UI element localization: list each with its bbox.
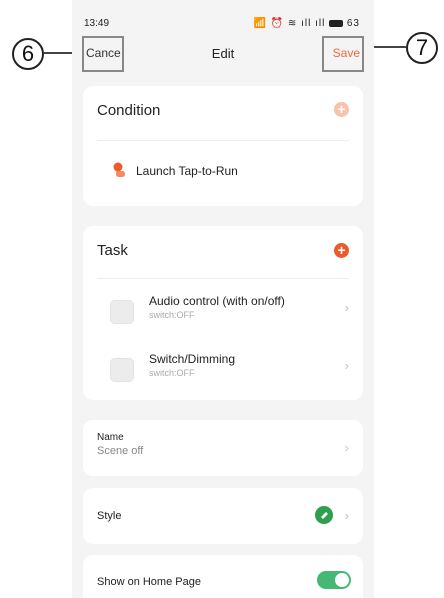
style-label: Style [97, 510, 122, 522]
condition-title: Condition [97, 102, 161, 119]
annotation-left: 6 [12, 38, 44, 70]
style-row[interactable]: Style › [83, 488, 363, 544]
add-condition-icon[interactable]: + [334, 102, 349, 117]
name-row[interactable]: Name Scene off › [83, 420, 363, 476]
phone-screen: 13:49 📶 ⏰ ≋ ıll ıll 63 Cance Edit Save C… [72, 0, 374, 598]
task-item-status: switch:OFF [149, 368, 195, 378]
task-divider [97, 278, 349, 279]
task-item[interactable]: Switch/Dimming switch:OFF › [83, 342, 363, 392]
battery-icon [329, 19, 344, 27]
condition-card: Condition + Launch Tap-to-Run [83, 86, 363, 206]
name-value: Scene off [97, 445, 144, 457]
chevron-right-icon: › [344, 358, 349, 373]
tap-hand-icon [111, 162, 127, 178]
tag-icon [315, 506, 333, 524]
device-thumbnail [110, 300, 134, 324]
status-time: 13:49 [84, 18, 110, 29]
condition-item-label[interactable]: Launch Tap-to-Run [136, 164, 238, 178]
chevron-right-icon: › [344, 440, 349, 455]
condition-divider [97, 140, 349, 141]
show-on-home-label: Show on Home Page [97, 576, 201, 588]
task-item[interactable]: Audio control (with on/off) switch:OFF › [83, 286, 363, 336]
status-bar: 13:49 📶 ⏰ ≋ ıll ıll 63 [72, 0, 374, 36]
cancel-highlight-box [82, 36, 124, 72]
name-label: Name [97, 432, 124, 443]
status-icons: 📶 ⏰ ≋ ıll ıll 63 [253, 18, 360, 29]
battery-level: 63 [346, 18, 360, 29]
save-highlight-box [322, 36, 364, 72]
task-card: Task + Audio control (with on/off) switc… [83, 226, 363, 400]
toggle-knob [335, 573, 349, 587]
device-thumbnail [110, 358, 134, 382]
chevron-right-icon: › [344, 300, 349, 315]
task-item-label: Switch/Dimming [149, 352, 236, 366]
annotation-right: 7 [406, 32, 438, 64]
chevron-right-icon: › [344, 508, 349, 523]
task-item-status: switch:OFF [149, 310, 195, 320]
signal-icons: 📶 ⏰ ≋ ıll ıll [253, 18, 326, 29]
add-task-icon[interactable]: + [334, 243, 349, 258]
task-title: Task [97, 242, 128, 259]
show-on-home-toggle[interactable] [317, 571, 351, 589]
task-item-label: Audio control (with on/off) [149, 294, 285, 308]
show-on-home-row: Show on Home Page [83, 555, 363, 598]
